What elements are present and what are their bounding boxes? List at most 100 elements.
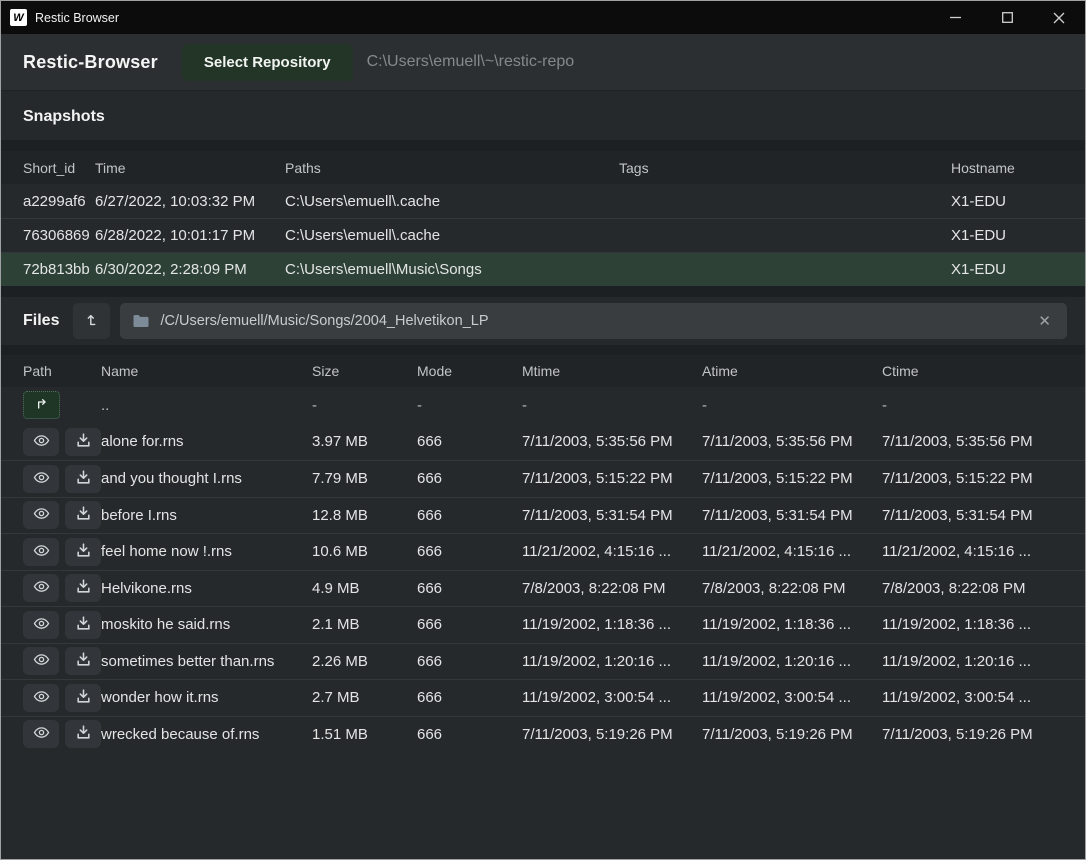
file-name: before I.rns xyxy=(101,507,312,524)
file-mtime: - xyxy=(522,397,702,414)
snapshot-row-selected[interactable]: 72b813bb 6/30/2022, 2:28:09 PM C:\Users\… xyxy=(1,252,1085,286)
eye-icon xyxy=(32,724,51,744)
col-mtime: Mtime xyxy=(522,363,702,379)
col-mode: Mode xyxy=(417,363,522,379)
file-name: wonder how it.rns xyxy=(101,689,312,706)
snapshot-paths: C:\Users\emuell\.cache xyxy=(285,227,619,244)
download-button[interactable] xyxy=(65,574,101,602)
eye-icon xyxy=(32,615,51,635)
download-button[interactable] xyxy=(65,684,101,712)
file-ctime: 7/11/2003, 5:35:56 PM xyxy=(882,433,1085,450)
select-repository-button[interactable]: Select Repository xyxy=(182,44,353,81)
download-button[interactable] xyxy=(65,647,101,675)
eye-icon xyxy=(32,542,51,562)
files-table-header: Path Name Size Mode Mtime Atime Ctime xyxy=(1,355,1085,387)
window-title: Restic Browser xyxy=(35,11,119,25)
col-hostname: Hostname xyxy=(951,160,1085,176)
file-mtime: 11/19/2002, 3:00:54 ... xyxy=(522,689,702,706)
snapshot-row[interactable]: a2299af6 6/27/2022, 10:03:32 PM C:\Users… xyxy=(1,184,1085,218)
clear-path-button[interactable]: ✕ xyxy=(1034,310,1055,332)
download-icon xyxy=(75,432,92,452)
file-mode: 666 xyxy=(417,689,522,706)
file-row: feel home now !.rns 10.6 MB 666 11/21/20… xyxy=(1,533,1085,570)
snapshot-hostname: X1-EDU xyxy=(951,261,1085,278)
file-mtime: 7/11/2003, 5:31:54 PM xyxy=(522,507,702,524)
preview-button[interactable] xyxy=(23,574,59,602)
file-ctime: 11/19/2002, 3:00:54 ... xyxy=(882,689,1085,706)
eye-icon xyxy=(32,688,51,708)
col-short-id: Short_id xyxy=(1,160,95,176)
file-ctime: 11/19/2002, 1:18:36 ... xyxy=(882,616,1085,633)
snapshot-paths: C:\Users\emuell\.cache xyxy=(285,193,619,210)
snapshot-short-id: 76306869 xyxy=(1,227,95,244)
clear-icon: ✕ xyxy=(1038,313,1051,330)
repository-path-text[interactable]: C:\Users\emuell\~\restic-repo xyxy=(367,53,575,71)
download-button[interactable] xyxy=(65,428,101,456)
up-level-button[interactable] xyxy=(73,303,110,339)
files-toolbar: Files /C/Users/emuell/Music/Songs/2004_H… xyxy=(1,297,1085,345)
app-header: Restic-Browser Select Repository C:\User… xyxy=(1,34,1085,91)
preview-button[interactable] xyxy=(23,501,59,529)
download-icon xyxy=(75,615,92,635)
file-row: sometimes better than.rns 2.26 MB 666 11… xyxy=(1,643,1085,680)
file-mode: 666 xyxy=(417,470,522,487)
minimize-button[interactable] xyxy=(929,1,981,34)
snapshots-heading: Snapshots xyxy=(1,91,1085,140)
preview-button[interactable] xyxy=(23,611,59,639)
snapshot-time: 6/27/2022, 10:03:32 PM xyxy=(95,193,285,210)
eye-icon xyxy=(32,578,51,598)
wails-logo-icon: W xyxy=(10,9,27,26)
file-mode: 666 xyxy=(417,726,522,743)
file-mtime: 7/8/2003, 8:22:08 PM xyxy=(522,580,702,597)
download-icon xyxy=(75,651,92,671)
close-button[interactable] xyxy=(1033,1,1085,34)
col-atime: Atime xyxy=(702,363,882,379)
file-mtime: 11/21/2002, 4:15:16 ... xyxy=(522,543,702,560)
snapshot-paths: C:\Users\emuell\Music\Songs xyxy=(285,261,619,278)
file-mode: 666 xyxy=(417,653,522,670)
file-ctime: 7/11/2003, 5:15:22 PM xyxy=(882,470,1085,487)
file-name: feel home now !.rns xyxy=(101,543,312,560)
preview-button[interactable] xyxy=(23,684,59,712)
file-ctime: 7/8/2003, 8:22:08 PM xyxy=(882,580,1085,597)
preview-button[interactable] xyxy=(23,465,59,493)
eye-icon xyxy=(32,505,51,525)
file-size: 3.97 MB xyxy=(312,433,417,450)
file-atime: 7/11/2003, 5:19:26 PM xyxy=(702,726,882,743)
download-button[interactable] xyxy=(65,720,101,748)
file-name: and you thought I.rns xyxy=(101,470,312,487)
download-icon xyxy=(75,688,92,708)
file-atime: 11/19/2002, 3:00:54 ... xyxy=(702,689,882,706)
file-mode: 666 xyxy=(417,580,522,597)
snapshot-row[interactable]: 76306869 6/28/2022, 10:01:17 PM C:\Users… xyxy=(1,218,1085,252)
download-button[interactable] xyxy=(65,465,101,493)
parent-dir-button[interactable] xyxy=(23,391,60,419)
snapshot-time: 6/28/2022, 10:01:17 PM xyxy=(95,227,285,244)
parent-dir-row: .. - - - - - xyxy=(1,387,1085,424)
eye-icon xyxy=(32,469,51,489)
file-mode: 666 xyxy=(417,543,522,560)
download-button[interactable] xyxy=(65,611,101,639)
snapshot-short-id: a2299af6 xyxy=(1,193,95,210)
maximize-button[interactable] xyxy=(981,1,1033,34)
file-size: 10.6 MB xyxy=(312,543,417,560)
file-mtime: 11/19/2002, 1:18:36 ... xyxy=(522,616,702,633)
file-row: alone for.rns 3.97 MB 666 7/11/2003, 5:3… xyxy=(1,424,1085,461)
file-mode: - xyxy=(417,397,522,414)
download-button[interactable] xyxy=(65,538,101,566)
app-window: W Restic Browser Restic-Browser Select R… xyxy=(1,1,1085,859)
preview-button[interactable] xyxy=(23,428,59,456)
file-ctime: - xyxy=(882,397,1085,414)
file-size: - xyxy=(312,397,417,414)
preview-button[interactable] xyxy=(23,647,59,675)
preview-button[interactable] xyxy=(23,720,59,748)
file-size: 1.51 MB xyxy=(312,726,417,743)
files-table-body: alone for.rns 3.97 MB 666 7/11/2003, 5:3… xyxy=(1,424,1085,753)
download-icon xyxy=(75,542,92,562)
download-button[interactable] xyxy=(65,501,101,529)
file-atime: 11/19/2002, 1:18:36 ... xyxy=(702,616,882,633)
preview-button[interactable] xyxy=(23,538,59,566)
files-path-input[interactable]: /C/Users/emuell/Music/Songs/2004_Helveti… xyxy=(120,303,1067,339)
app-title: Restic-Browser xyxy=(23,52,158,73)
snapshot-time: 6/30/2022, 2:28:09 PM xyxy=(95,261,285,278)
